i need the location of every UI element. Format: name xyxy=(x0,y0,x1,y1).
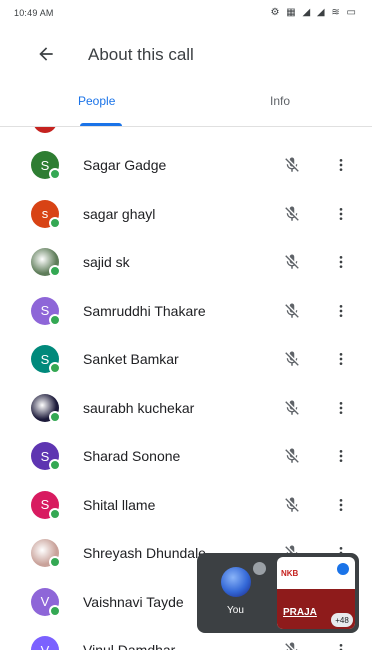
participant-row[interactable]: saurabh kuchekar xyxy=(0,384,372,432)
avatar: s xyxy=(31,199,61,229)
avatar-initial: S xyxy=(40,448,50,464)
avatar: S xyxy=(31,345,61,374)
mic-off-icon[interactable] xyxy=(280,202,304,226)
participant-row[interactable]: S Samruddhi Thakare xyxy=(0,287,372,335)
avatar-initial: S xyxy=(40,351,50,367)
tab-bar: People Info xyxy=(0,88,372,127)
participant-row[interactable]: s sagar ghayl xyxy=(0,190,372,238)
participant-row[interactable]: S Shital llame xyxy=(0,481,372,529)
avatar xyxy=(31,248,61,277)
online-indicator xyxy=(49,216,61,229)
participant-name: saurabh kuchekar xyxy=(83,399,195,416)
tab-indicator xyxy=(80,123,122,126)
tab-info[interactable]: Info xyxy=(270,94,290,108)
participant-name: Vinul Damdhar xyxy=(83,642,176,650)
online-indicator xyxy=(49,265,61,277)
avatar: S xyxy=(31,490,61,520)
screen-indicator-icon xyxy=(337,563,349,575)
avatar: S xyxy=(31,296,61,326)
participant-row[interactable]: sajid sk xyxy=(0,238,372,286)
self-tile[interactable]: You xyxy=(197,553,277,633)
online-indicator xyxy=(49,459,61,471)
back-button[interactable] xyxy=(32,40,60,68)
participant-name: Sanket Bamkar xyxy=(83,351,179,367)
avatar-initial: S xyxy=(40,303,50,318)
avatar: V xyxy=(31,636,59,650)
mic-off-icon[interactable] xyxy=(280,493,304,517)
avatar xyxy=(31,539,61,568)
avatar-initial: S xyxy=(40,157,50,173)
participant-name: Shital llame xyxy=(83,496,156,513)
participant-name: Samruddhi Thakare xyxy=(83,302,206,319)
online-indicator xyxy=(49,362,61,374)
screen-brand: PRAJA xyxy=(283,607,317,618)
more-options-icon[interactable] xyxy=(331,444,351,468)
participant-count-badge: +48 xyxy=(331,613,353,627)
status-bar: 10:49 AM ⚙ ▦ ◢ ◢ ≋ ▭ xyxy=(0,0,372,28)
avatar xyxy=(221,567,251,597)
participant-row[interactable]: S Sagar Gadge xyxy=(0,141,372,189)
avatar-initial: s xyxy=(41,206,49,221)
more-options-icon[interactable] xyxy=(331,396,351,420)
participant-name: sagar ghayl xyxy=(83,205,156,222)
more-options-icon[interactable] xyxy=(331,202,351,226)
mic-off-icon[interactable] xyxy=(280,638,304,650)
online-indicator xyxy=(49,604,61,617)
you-label: You xyxy=(227,605,244,616)
avatar: S xyxy=(31,151,61,180)
screen-share-tile[interactable]: NKB PRAJA +48 xyxy=(277,557,355,629)
arrow-back-icon xyxy=(39,47,53,61)
online-indicator xyxy=(49,507,61,520)
participant-row[interactable]: S Sanket Bamkar xyxy=(0,335,372,383)
page-title: About this call xyxy=(88,45,194,64)
avatar-initial: S xyxy=(40,497,50,512)
more-options-icon[interactable] xyxy=(331,493,351,517)
participant-row[interactable]: S Sharad Sonone xyxy=(0,432,372,480)
mic-off-icon[interactable] xyxy=(280,299,304,323)
mic-off-icon[interactable] xyxy=(280,444,304,468)
avatar: S xyxy=(31,442,61,471)
status-icons: ⚙ ▦ ◢ ◢ ≋ ▭ xyxy=(270,7,358,18)
app-bar: About this call xyxy=(0,28,372,84)
online-indicator xyxy=(49,168,61,180)
mic-off-icon[interactable] xyxy=(280,347,304,371)
call-preview[interactable]: You NKB PRAJA +48 xyxy=(197,553,359,633)
more-options-icon[interactable] xyxy=(331,638,351,650)
online-indicator xyxy=(49,556,61,568)
mic-off-icon[interactable] xyxy=(280,250,304,274)
avatar xyxy=(33,127,57,133)
online-indicator xyxy=(49,313,61,326)
tab-people[interactable]: People xyxy=(78,94,115,108)
avatar-initial: V xyxy=(40,642,50,650)
participant-name: Sharad Sonone xyxy=(83,448,181,464)
more-options-icon[interactable] xyxy=(331,347,351,371)
screen-banner-text: NKB xyxy=(281,569,299,578)
participant-name: Vaishnavi Taydе xyxy=(83,593,184,610)
participant-name: Sagar Gadge xyxy=(83,157,167,173)
participant-name: sajid sk xyxy=(83,254,130,270)
status-time: 10:49 AM xyxy=(14,8,54,18)
mic-off-icon[interactable] xyxy=(280,153,304,177)
online-indicator xyxy=(49,410,61,423)
avatar xyxy=(31,393,61,423)
more-options-icon[interactable] xyxy=(331,250,351,274)
participant-name: Shreyash Dhundale xyxy=(83,545,206,561)
avatar: V xyxy=(31,587,61,617)
more-options-icon[interactable] xyxy=(331,153,351,177)
more-options-icon[interactable] xyxy=(331,299,351,323)
avatar-initial: V xyxy=(40,594,50,609)
mic-off-icon[interactable] xyxy=(280,396,304,420)
pip-badge xyxy=(253,562,266,575)
